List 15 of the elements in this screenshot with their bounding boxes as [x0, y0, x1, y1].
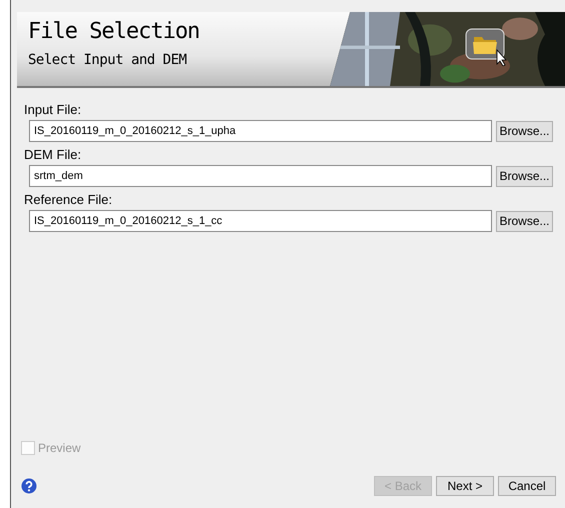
wizard-button[interactable]: Cancel — [498, 476, 556, 496]
wizard-button[interactable]: Next > — [436, 476, 494, 496]
browse-button[interactable]: Browse... — [496, 166, 553, 186]
dialog-title: File Selection — [28, 19, 200, 44]
dialog-subtitle: Select Input and DEM — [28, 52, 188, 68]
browse-button[interactable]: Browse... — [496, 210, 553, 232]
field-label: Input File: — [24, 102, 82, 117]
browse-button[interactable]: Browse... — [496, 120, 553, 142]
help-icon[interactable] — [21, 478, 37, 494]
preview-label: Preview — [38, 441, 81, 455]
file-path-field[interactable]: srtm_dem — [29, 165, 492, 187]
file-path-field[interactable]: IS_20160119_m_0_20160212_s_1_upha — [29, 120, 492, 142]
file-path-field[interactable]: IS_20160119_m_0_20160212_s_1_cc — [29, 210, 492, 232]
field-label: DEM File: — [24, 147, 82, 162]
field-label: Reference File: — [24, 192, 114, 207]
